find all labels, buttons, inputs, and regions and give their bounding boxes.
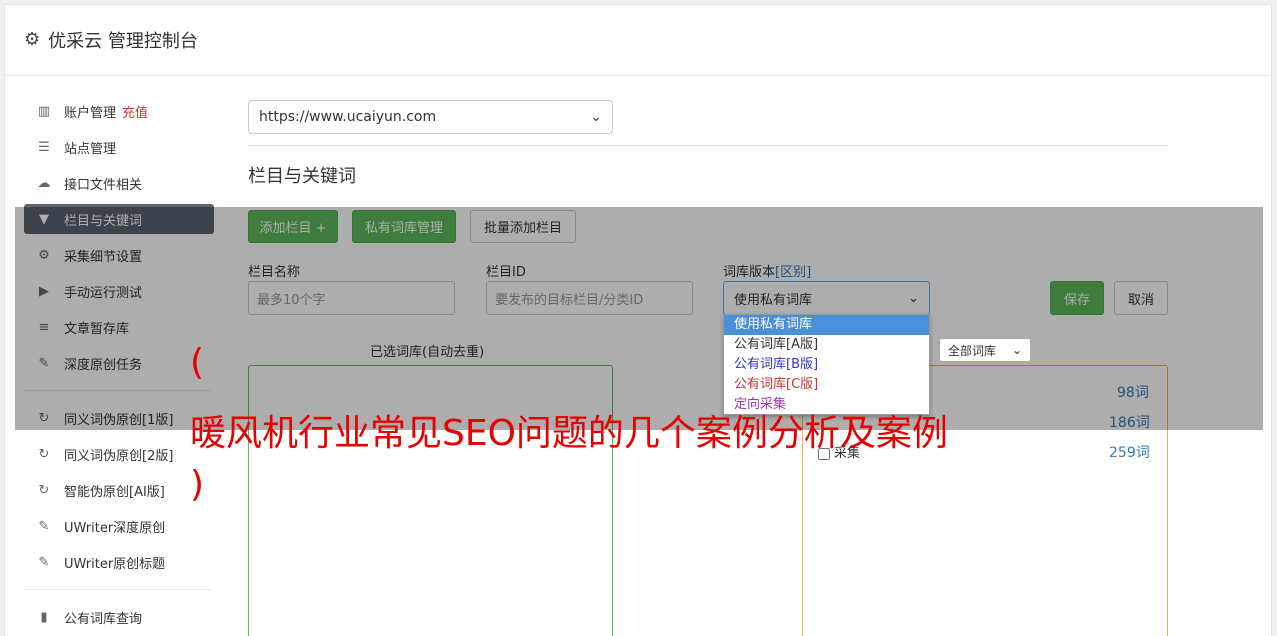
sidebar-item-interface-files[interactable]: ☁ 接口文件相关 <box>24 168 214 198</box>
dropdown-option[interactable]: 公有词库[C版] <box>724 375 929 395</box>
refresh-icon: ↻ <box>38 446 50 462</box>
sidebar-item-label: 账户管理 <box>64 105 117 121</box>
sidebar-item-synonym-v2[interactable]: ↻ 同义词伪原创[2版] <box>24 439 214 469</box>
recharge-link[interactable]: 充值 <box>122 102 148 121</box>
sidebar-item-uwriter-deep[interactable]: ✎ UWriter深度原创 <box>24 511 214 541</box>
dropdown-option[interactable]: 公有词库[B版] <box>724 355 929 375</box>
page-title: 优采云 管理控制台 <box>48 30 198 52</box>
lib-count: 259词 <box>1109 445 1150 461</box>
modal-overlay <box>15 207 1263 430</box>
dropdown-option[interactable]: 公有词库[A版] <box>724 335 929 355</box>
sidebar-item-label: 公有词库查询 <box>64 611 143 627</box>
header: ⚙ 优采云 管理控制台 <box>4 4 1272 76</box>
sidebar-item-public-lib[interactable]: ▮ 公有词库查询 <box>24 602 214 632</box>
sidebar-item-label: 同义词伪原创[2版] <box>64 448 174 464</box>
sidebar-item-label: 站点管理 <box>64 141 117 157</box>
book-icon: ▮ <box>40 609 48 625</box>
chevron-down-icon: ⌄ <box>590 109 602 125</box>
sidebar-divider <box>24 589 212 590</box>
chevron-down-icon: ⌄ <box>1011 343 1022 357</box>
sidebar-item-sites[interactable]: ☰ 站点管理 <box>24 132 214 162</box>
main-content: https://www.ucaiyun.com ⌄ 栏目与关键词 <box>248 100 1168 187</box>
section-divider <box>248 145 1168 146</box>
sidebar-item-uwriter-title[interactable]: ✎ UWriter原创标题 <box>24 547 214 577</box>
banner-open-paren: ( <box>190 342 205 383</box>
sidebar-item-label: UWriter深度原创 <box>64 520 166 536</box>
server-icon: ☰ <box>38 139 50 155</box>
sidebar-item-label: 接口文件相关 <box>64 177 143 193</box>
cloud-upload-icon: ☁ <box>37 175 51 191</box>
gear-icon: ⚙ <box>24 29 41 50</box>
lib-filter-select[interactable]: 全部词库 ⌄ <box>939 338 1031 362</box>
bar-chart-icon: ▥ <box>37 103 51 119</box>
dropdown-option[interactable]: 使用私有词库 <box>724 315 929 335</box>
edit-icon: ✎ <box>38 518 50 534</box>
banner-headline: 暖风机行业常见SEO问题的几个案例分析及案例 <box>190 413 948 454</box>
sidebar-item-label: 智能伪原创[AI版] <box>64 484 165 500</box>
lib-filter-value: 全部词库 <box>948 343 997 358</box>
site-select[interactable]: https://www.ucaiyun.com ⌄ <box>248 100 613 134</box>
sidebar-item-account[interactable]: ▥ 账户管理 充值 <box>24 96 214 126</box>
edit-icon: ✎ <box>38 554 50 570</box>
sidebar-item-ai-rewrite[interactable]: ↻ 智能伪原创[AI版] <box>24 475 214 505</box>
site-select-value: https://www.ucaiyun.com <box>259 109 437 125</box>
banner-close-paren: ) <box>190 464 205 505</box>
lib-version-dropdown[interactable]: 使用私有词库 公有词库[A版] 公有词库[B版] 公有词库[C版] 定向采集 <box>723 314 930 415</box>
sidebar-item-label: UWriter原创标题 <box>64 556 166 572</box>
refresh-icon: ↻ <box>38 482 50 498</box>
section-title: 栏目与关键词 <box>248 166 356 187</box>
